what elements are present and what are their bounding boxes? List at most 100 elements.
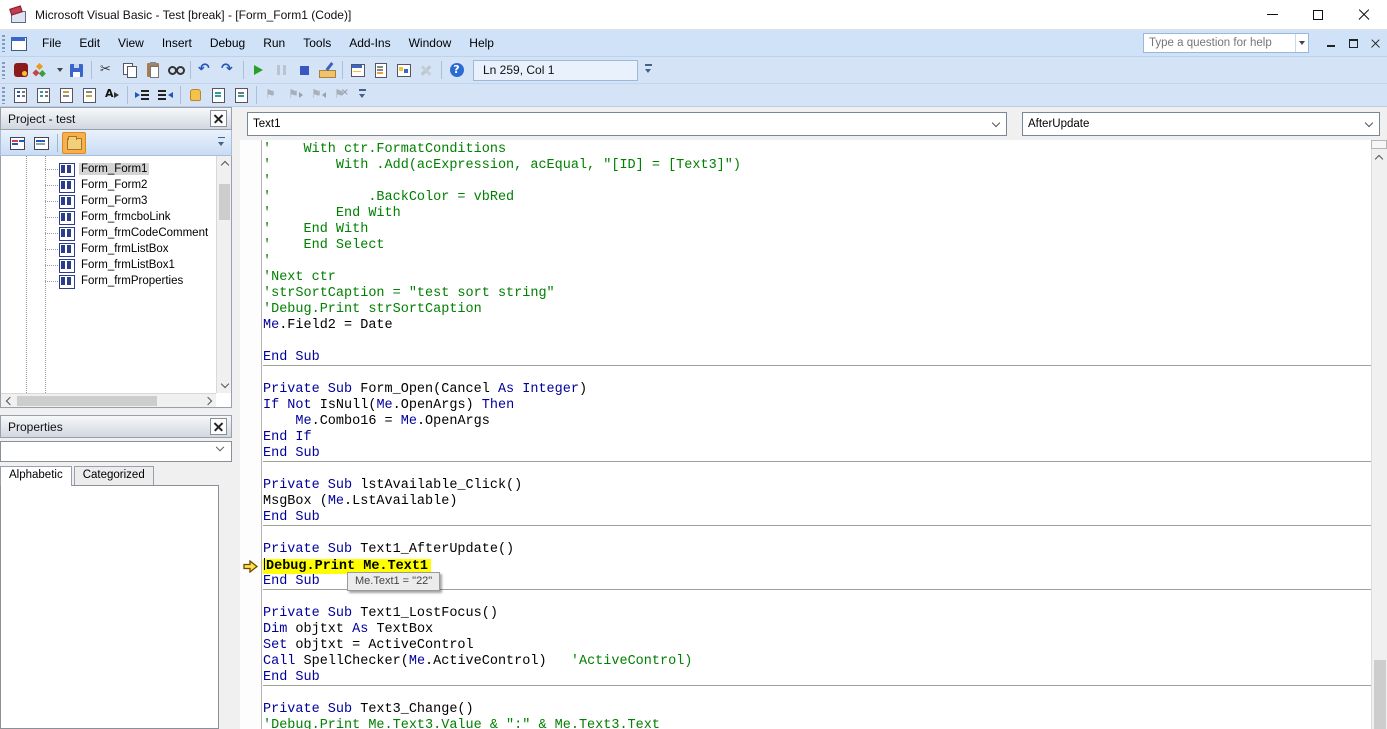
find-icon: [167, 62, 184, 78]
previous-bookmark-button[interactable]: [306, 84, 329, 106]
tab-categorized[interactable]: Categorized: [74, 466, 154, 485]
code-vertical-scrollbar[interactable]: [1371, 140, 1387, 729]
object-browser-button[interactable]: [392, 59, 415, 81]
toolbar-options-button[interactable]: [215, 133, 229, 153]
document-window-icon[interactable]: [11, 36, 27, 51]
toolbar-grip[interactable]: [2, 87, 5, 104]
scroll-left-button[interactable]: [1, 394, 15, 408]
properties-panel-close-button[interactable]: [210, 418, 227, 435]
paste-button[interactable]: [141, 59, 164, 81]
mdi-close-button[interactable]: [1365, 33, 1385, 53]
properties-window-button[interactable]: [369, 59, 392, 81]
event-dropdown[interactable]: AfterUpdate: [1022, 112, 1380, 136]
scroll-up-button[interactable]: [217, 156, 232, 171]
design-mode-button[interactable]: [316, 59, 339, 81]
breakpoint-margin[interactable]: [240, 140, 262, 729]
undo-button[interactable]: [194, 59, 217, 81]
find-button[interactable]: [164, 59, 187, 81]
toolbar-separator: [441, 61, 442, 79]
menu-file[interactable]: File: [33, 32, 70, 54]
continue-button[interactable]: [247, 59, 270, 81]
menu-view[interactable]: View: [109, 32, 153, 54]
menu-run[interactable]: Run: [254, 32, 294, 54]
project-panel-close-button[interactable]: [210, 110, 227, 127]
scrollbar-thumb[interactable]: [219, 184, 230, 220]
maximize-button[interactable]: [1295, 0, 1341, 30]
object-dropdown[interactable]: Text1: [247, 112, 1007, 136]
menu-insert[interactable]: Insert: [153, 32, 201, 54]
help-question-input[interactable]: [1144, 37, 1295, 49]
help-question-dropdown[interactable]: [1295, 34, 1308, 52]
properties-object-dropdown[interactable]: [0, 441, 232, 462]
toggle-folders-button[interactable]: [62, 132, 86, 154]
help-button[interactable]: [445, 59, 468, 81]
scroll-up-button[interactable]: [1371, 149, 1387, 165]
toolbar-grip[interactable]: [2, 62, 5, 79]
view-object-button[interactable]: [29, 132, 53, 154]
project-tree-view[interactable]: Form_Form1Form_Form2Form_Form3Form_frmcb…: [1, 156, 216, 393]
split-handle[interactable]: [1371, 140, 1387, 149]
scrollbar-thumb[interactable]: [1374, 660, 1386, 729]
close-button[interactable]: [1341, 0, 1387, 30]
cut-button[interactable]: [95, 59, 118, 81]
code-line: Me.Combo16 = Me.OpenArgs: [263, 414, 1371, 430]
project-explorer-button[interactable]: [346, 59, 369, 81]
mdi-minimize-button[interactable]: [1321, 33, 1341, 53]
tree-item-form_form2[interactable]: Form_Form2: [1, 177, 216, 193]
tab-alphabetic[interactable]: Alphabetic: [0, 466, 72, 486]
view-microsoft-access-button[interactable]: [9, 59, 32, 81]
code-text-area[interactable]: ' With ctr.FormatConditions' With .Add(a…: [263, 140, 1371, 729]
copy-button[interactable]: [118, 59, 141, 81]
minimize-button[interactable]: [1249, 0, 1295, 30]
next-bookmark-button[interactable]: [283, 84, 306, 106]
quick-info-button[interactable]: [55, 84, 78, 106]
indent-button[interactable]: [131, 84, 154, 106]
toolbar-options-button[interactable]: [356, 85, 370, 105]
toolbar-options-button[interactable]: [642, 60, 656, 80]
scroll-right-button[interactable]: [202, 394, 216, 408]
list-properties-methods-button[interactable]: [9, 84, 32, 106]
menu-help[interactable]: Help: [460, 32, 503, 54]
project-tree-horizontal-scrollbar[interactable]: [1, 393, 216, 407]
insert-module-dropdown-button[interactable]: [55, 59, 65, 81]
outdent-button[interactable]: [154, 84, 177, 106]
tree-item-form_form1[interactable]: Form_Form1: [1, 161, 216, 177]
tree-item-form_frmproperties[interactable]: Form_frmProperties: [1, 273, 216, 289]
menu-debug[interactable]: Debug: [201, 32, 254, 54]
clear-all-bookmarks-button[interactable]: [329, 84, 352, 106]
project-tree-vertical-scrollbar[interactable]: [216, 156, 231, 393]
tree-item-form_frmcbolink[interactable]: Form_frmcboLink: [1, 209, 216, 225]
menu-add-ins[interactable]: Add-Ins: [340, 32, 399, 54]
redo-button[interactable]: [217, 59, 240, 81]
toggle-bookmark-button[interactable]: [260, 84, 283, 106]
reset-button[interactable]: [293, 59, 316, 81]
toolbox-button[interactable]: [415, 59, 438, 81]
parameter-info-button[interactable]: [78, 84, 101, 106]
tree-item-form_form3[interactable]: Form_Form3: [1, 193, 216, 209]
uncomment-block-button[interactable]: [230, 84, 253, 106]
scrollbar-thumb[interactable]: [17, 396, 157, 406]
tree-item-form_frmcodecomment[interactable]: Form_frmCodeComment: [1, 225, 216, 241]
menu-window[interactable]: Window: [400, 32, 461, 54]
code-line: ' End With: [263, 222, 1371, 238]
comment-block-button[interactable]: [207, 84, 230, 106]
view-code-button[interactable]: [5, 132, 29, 154]
insert-module-button[interactable]: [32, 59, 55, 81]
code-line: ' End Select: [263, 238, 1371, 254]
complete-word-button[interactable]: [101, 84, 124, 106]
toolbar-grip[interactable]: [2, 35, 5, 52]
list-constants-button[interactable]: [32, 84, 55, 106]
tree-item-form_frmlistbox[interactable]: Form_frmListBox: [1, 241, 216, 257]
project-tree[interactable]: Form_Form1Form_Form2Form_Form3Form_frmcb…: [0, 156, 232, 408]
toggle-breakpoint-button[interactable]: [184, 84, 207, 106]
tree-item-form_frmlistbox1[interactable]: Form_frmListBox1: [1, 257, 216, 273]
break-button[interactable]: [270, 59, 293, 81]
mdi-restore-button[interactable]: [1343, 33, 1363, 53]
properties-list[interactable]: [0, 485, 219, 729]
scroll-down-button[interactable]: [217, 378, 232, 393]
code-editor[interactable]: ' With ctr.FormatConditions' With .Add(a…: [240, 140, 1387, 729]
menu-tools[interactable]: Tools: [294, 32, 340, 54]
menu-edit[interactable]: Edit: [70, 32, 109, 54]
properties-panel-title: Properties: [8, 420, 210, 434]
save-button[interactable]: [65, 59, 88, 81]
